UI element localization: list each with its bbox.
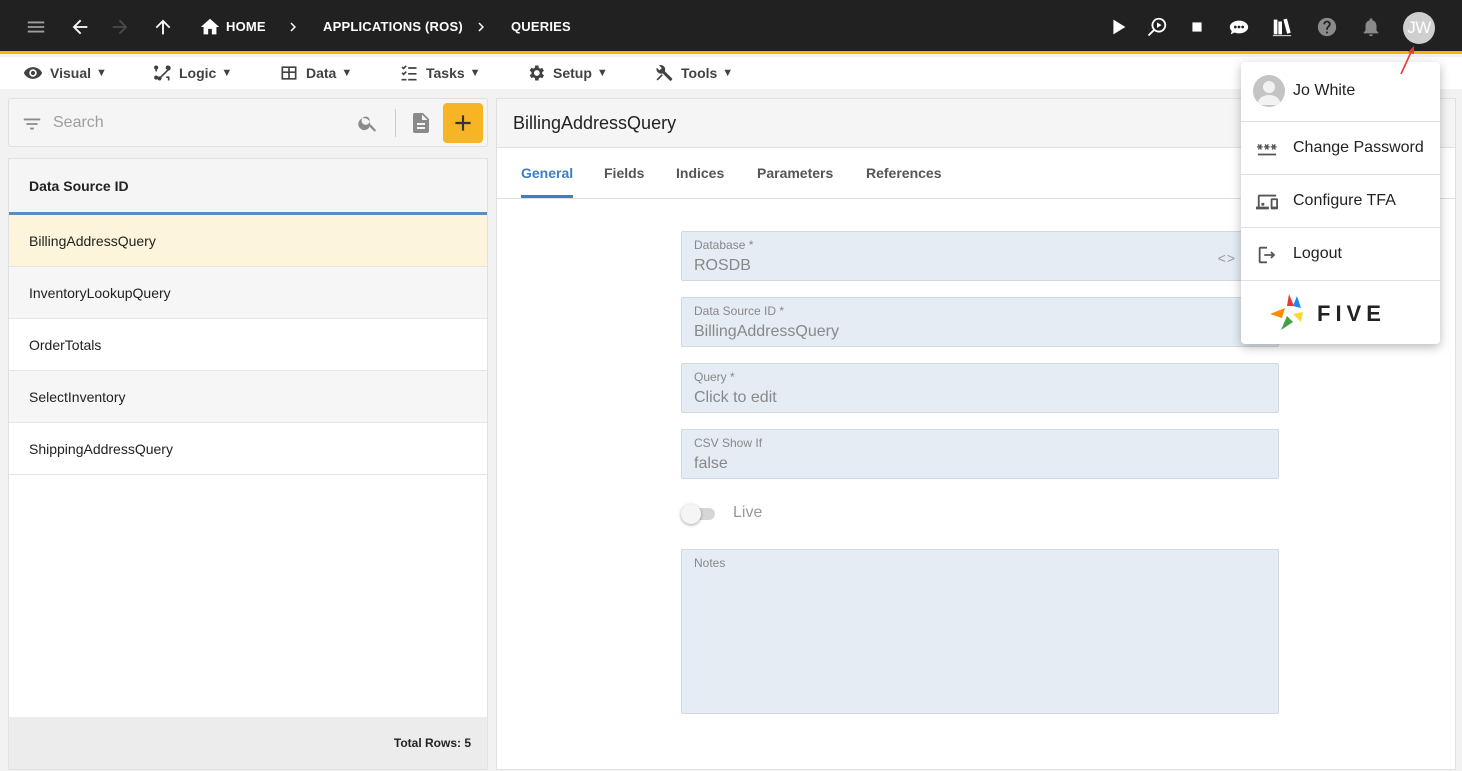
csv-show-if-value: false — [694, 455, 728, 472]
notes-field[interactable]: Notes — [681, 549, 1279, 714]
gear-icon — [529, 65, 544, 81]
list-item[interactable]: OrderTotals — [9, 319, 487, 371]
csv-show-if-label: CSV Show If — [694, 436, 763, 450]
query-label: Query * — [694, 370, 735, 384]
tools-icon — [656, 65, 673, 81]
caret-down-icon: ▼ — [469, 67, 481, 79]
menu-logic[interactable]: Logic ▼ — [152, 62, 232, 84]
change-password-label: Change Password — [1293, 139, 1424, 156]
data-source-id-label: Data Source ID * — [694, 304, 785, 318]
chevron-right-icon — [280, 14, 306, 40]
search-input[interactable] — [53, 109, 353, 137]
user-name: Jo White — [1293, 82, 1356, 99]
database-value: ROSDB — [694, 257, 751, 274]
tab-fields[interactable]: Fields — [604, 165, 644, 181]
configure-tfa-label: Configure TFA — [1293, 192, 1396, 209]
logout-icon — [1256, 244, 1278, 266]
csv-show-if-field[interactable]: CSV Show If false — [681, 429, 1279, 479]
checklist-icon — [401, 65, 417, 81]
eye-icon — [23, 67, 43, 79]
caret-down-icon: ▼ — [596, 67, 608, 79]
five-logo: FIVE — [1270, 294, 1386, 330]
tab-indices[interactable]: Indices — [676, 165, 724, 181]
menu-data-label: Data — [306, 65, 337, 81]
toggle-knob — [681, 504, 701, 524]
search-icon[interactable] — [357, 112, 379, 134]
total-rows-label: Total Rows: 5 — [9, 717, 487, 769]
chat-bot-icon[interactable] — [1226, 14, 1252, 40]
search-bar — [8, 98, 488, 147]
debug-search-icon[interactable] — [1144, 14, 1170, 40]
five-logo-text: FIVE — [1317, 301, 1386, 326]
plus-icon — [455, 115, 471, 131]
flow-icon — [154, 65, 171, 81]
code-brackets-icon[interactable]: <> — [1218, 250, 1236, 266]
breadcrumb-home[interactable]: HOME — [226, 19, 266, 34]
logout-item[interactable]: Logout — [1241, 228, 1440, 281]
stop-icon[interactable] — [1184, 14, 1210, 40]
menu-setup-label: Setup — [553, 65, 592, 81]
active-tab-indicator — [521, 195, 573, 198]
menu-logic-label: Logic — [179, 65, 217, 81]
notes-label: Notes — [694, 556, 726, 570]
tab-parameters[interactable]: Parameters — [757, 165, 833, 181]
data-source-id-field[interactable]: Data Source ID * BillingAddressQuery — [681, 297, 1279, 347]
chevron-right-icon — [468, 14, 494, 40]
caret-down-icon: ▼ — [722, 67, 734, 79]
live-label: Live — [733, 504, 763, 521]
table-icon — [281, 66, 297, 80]
play-icon[interactable] — [1105, 14, 1131, 40]
tab-general[interactable]: General — [521, 165, 573, 181]
list-item[interactable]: SelectInventory — [9, 371, 487, 423]
breadcrumb-queries[interactable]: QUERIES — [511, 19, 571, 34]
caret-down-icon: ▼ — [221, 67, 233, 79]
up-arrow-icon[interactable] — [150, 14, 176, 40]
home-icon[interactable] — [197, 14, 223, 40]
filter-icon[interactable] — [21, 113, 43, 135]
document-icon[interactable] — [409, 111, 433, 135]
breadcrumb-applications[interactable]: APPLICATIONS (ROS) — [323, 19, 463, 34]
menu-tasks[interactable]: Tasks ▼ — [399, 62, 481, 84]
library-books-icon[interactable] — [1269, 14, 1295, 40]
menu-tasks-label: Tasks — [426, 65, 465, 81]
user-avatar-button[interactable]: JW — [1403, 12, 1435, 44]
list-item[interactable]: BillingAddressQuery — [9, 215, 487, 267]
menu-tools[interactable]: Tools ▼ — [654, 62, 733, 84]
data-source-id-value: BillingAddressQuery — [694, 323, 839, 340]
user-menu-dropdown: Jo White Change Password Configure TFA L… — [1241, 62, 1440, 344]
devices-icon — [1256, 191, 1278, 213]
list-item[interactable]: InventoryLookupQuery — [9, 267, 487, 319]
list-item[interactable]: ShippingAddressQuery — [9, 423, 487, 475]
tab-references[interactable]: References — [866, 165, 942, 181]
top-bar: HOME APPLICATIONS (ROS) QUERIES JW — [0, 0, 1462, 54]
database-label: Database * — [694, 238, 754, 252]
caret-down-icon: ▼ — [96, 67, 107, 79]
live-toggle[interactable] — [681, 504, 717, 524]
hamburger-menu-icon[interactable] — [23, 14, 49, 40]
database-field[interactable]: Database * ROSDB <> — [681, 231, 1279, 281]
search-divider — [395, 109, 396, 137]
caret-down-icon: ▼ — [341, 67, 353, 79]
list-column-header[interactable]: Data Source ID — [9, 159, 487, 215]
help-icon[interactable] — [1314, 14, 1340, 40]
configure-tfa-item[interactable]: Configure TFA — [1241, 175, 1440, 228]
change-password-item[interactable]: Change Password — [1241, 122, 1440, 175]
notification-bell-icon[interactable] — [1358, 14, 1384, 40]
menu-data[interactable]: Data ▼ — [279, 62, 352, 84]
user-avatar-icon — [1253, 75, 1285, 107]
query-field[interactable]: Query * Click to edit — [681, 363, 1279, 413]
password-icon — [1256, 138, 1278, 160]
data-source-list: Data Source ID BillingAddressQuery Inven… — [8, 158, 488, 770]
menu-tools-label: Tools — [681, 65, 718, 81]
menu-visual-label: Visual — [50, 65, 91, 81]
logout-label: Logout — [1293, 245, 1342, 262]
forward-arrow-icon[interactable] — [107, 14, 133, 40]
query-value: Click to edit — [694, 389, 777, 406]
back-arrow-icon[interactable] — [67, 14, 93, 40]
red-arrow-annotation-icon — [1400, 46, 1414, 75]
menu-setup[interactable]: Setup ▼ — [526, 62, 608, 84]
menu-visual[interactable]: Visual ▼ — [23, 62, 107, 84]
add-record-button[interactable] — [443, 103, 483, 143]
